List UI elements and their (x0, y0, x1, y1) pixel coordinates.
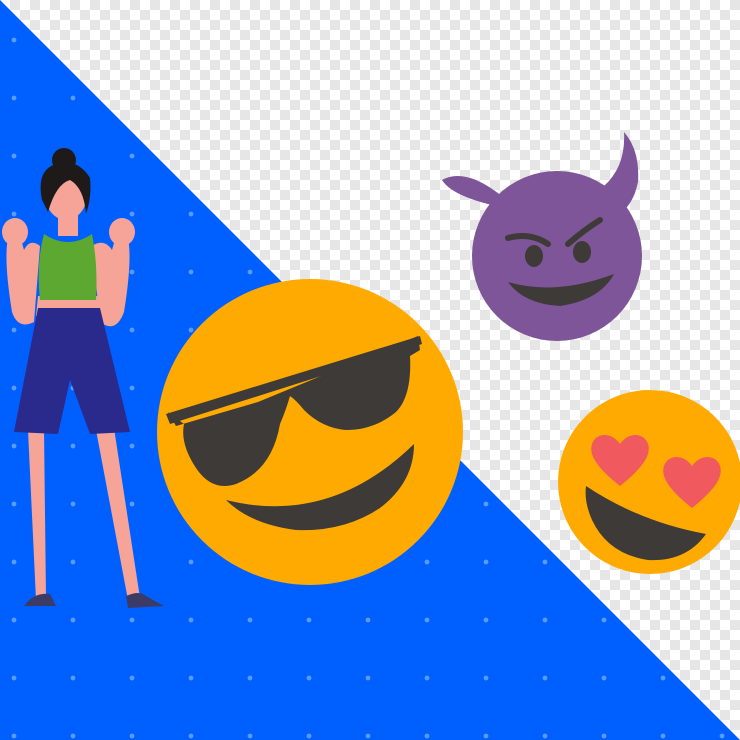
dot (424, 675, 430, 681)
sunglasses-emoji (157, 279, 463, 585)
dot (11, 443, 17, 449)
dot (188, 269, 194, 275)
devil-left-eye (525, 245, 543, 267)
dot (601, 733, 607, 739)
dot (11, 501, 17, 507)
dot (129, 385, 135, 391)
dot (424, 617, 430, 623)
dot (247, 617, 253, 623)
dot (11, 385, 17, 391)
dot (129, 501, 135, 507)
dot (483, 733, 489, 739)
dot (424, 559, 430, 565)
dot (11, 327, 17, 333)
dot (188, 733, 194, 739)
dot (188, 617, 194, 623)
dot (719, 733, 725, 739)
dot (247, 675, 253, 681)
dot (11, 675, 17, 681)
dot (11, 95, 17, 101)
dot (188, 559, 194, 565)
dot (365, 733, 371, 739)
woman-right-fist (109, 218, 135, 246)
dot (306, 675, 312, 681)
dot (306, 617, 312, 623)
dot (11, 559, 17, 565)
dot (70, 617, 76, 623)
dot (424, 733, 430, 739)
dot (306, 733, 312, 739)
dot (365, 617, 371, 623)
dot (11, 617, 17, 623)
dot (483, 559, 489, 565)
dot (188, 211, 194, 217)
dot (11, 211, 17, 217)
dot (11, 153, 17, 159)
dot (483, 675, 489, 681)
dot (247, 269, 253, 275)
dot (70, 733, 76, 739)
woman-hair-bun (52, 148, 76, 172)
illustration (0, 0, 740, 740)
woman-left-fist (2, 218, 28, 246)
dot (601, 675, 607, 681)
dot (660, 675, 666, 681)
devil-right-eye (573, 241, 591, 263)
devil-face (472, 171, 642, 341)
dot (129, 675, 135, 681)
dot (129, 327, 135, 333)
dot (70, 559, 76, 565)
dot (542, 617, 548, 623)
dot (483, 617, 489, 623)
dot (483, 501, 489, 507)
dot (542, 733, 548, 739)
dot (70, 95, 76, 101)
devil-emoji (442, 132, 642, 341)
dot (70, 501, 76, 507)
dot (129, 153, 135, 159)
dot (365, 675, 371, 681)
dot (247, 733, 253, 739)
dot (129, 443, 135, 449)
dot (660, 733, 666, 739)
dot (188, 327, 194, 333)
heart-eyes-emoji (558, 390, 740, 574)
dot (129, 211, 135, 217)
dot (542, 559, 548, 565)
dot (542, 675, 548, 681)
dot (129, 733, 135, 739)
dot (188, 675, 194, 681)
dot (601, 617, 607, 623)
dot (70, 675, 76, 681)
woman-green-top (38, 234, 97, 300)
dot (70, 443, 76, 449)
dot (129, 269, 135, 275)
dot (129, 617, 135, 623)
dot (11, 733, 17, 739)
image-canvas (0, 0, 740, 740)
dot (11, 37, 17, 43)
